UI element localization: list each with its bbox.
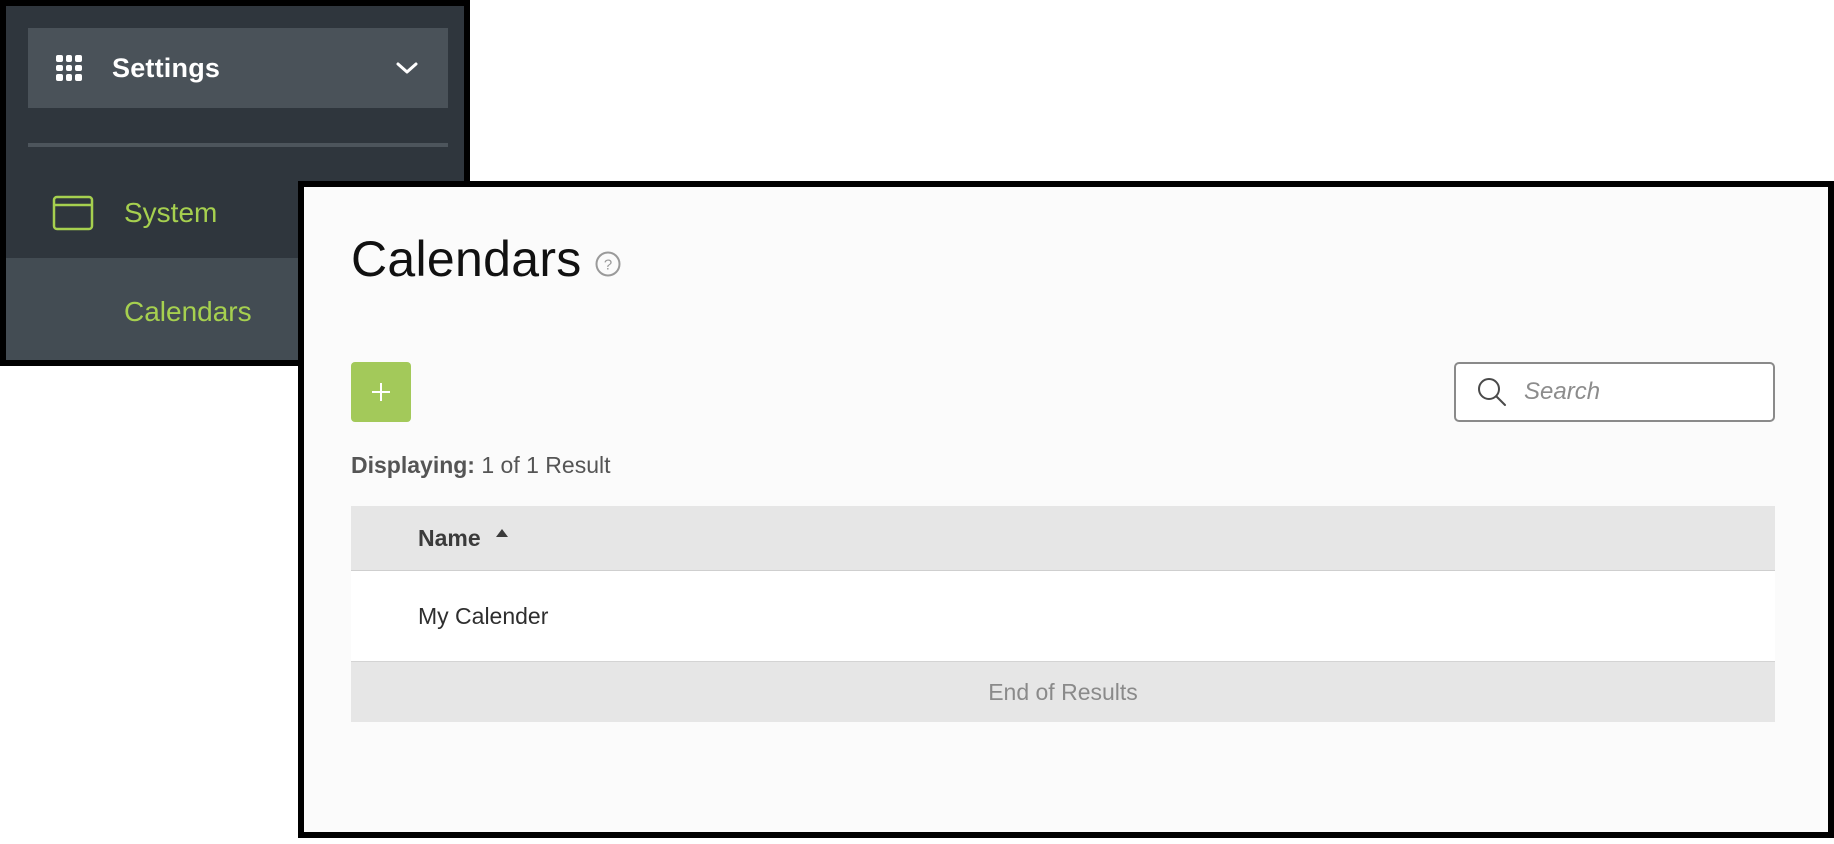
table-footer: End of Results xyxy=(351,662,1775,722)
calendars-table: Name My Calender End of Results xyxy=(351,506,1775,722)
sidebar-divider xyxy=(28,143,448,147)
column-header-label: Name xyxy=(418,524,481,551)
add-calendar-button[interactable] xyxy=(351,362,411,422)
search-input[interactable] xyxy=(1522,377,1742,407)
svg-text:?: ? xyxy=(603,257,611,274)
plus-icon xyxy=(372,383,390,401)
page-title: Calendars xyxy=(351,231,582,287)
search-icon xyxy=(1478,378,1506,406)
help-circle-icon[interactable]: ? xyxy=(594,250,622,278)
result-count-value: 1 of 1 Result xyxy=(481,452,611,478)
result-count-label: Displaying: xyxy=(351,452,475,478)
search-box[interactable] xyxy=(1454,362,1775,422)
settings-menu-header[interactable]: Settings xyxy=(28,28,448,108)
settings-title: Settings xyxy=(112,52,221,83)
end-of-results-text: End of Results xyxy=(988,678,1138,705)
sidebar-item-label: System xyxy=(124,197,218,228)
page-title-row: Calendars ? xyxy=(351,230,622,288)
column-header-name[interactable]: Name xyxy=(418,525,509,552)
calendar-name: My Calender xyxy=(418,602,549,629)
sort-ascending-icon xyxy=(495,529,508,537)
chevron-down-icon[interactable] xyxy=(394,55,420,81)
sidebar-item-label: Calendars xyxy=(124,296,252,327)
window-icon xyxy=(52,195,94,231)
apps-grid-icon xyxy=(56,55,82,81)
table-header: Name xyxy=(351,506,1775,571)
table-row[interactable]: My Calender xyxy=(351,571,1775,662)
result-count: Displaying: 1 of 1 Result xyxy=(351,452,611,479)
calendars-panel: Calendars ? Displaying: 1 of 1 Result Na… xyxy=(298,181,1834,838)
